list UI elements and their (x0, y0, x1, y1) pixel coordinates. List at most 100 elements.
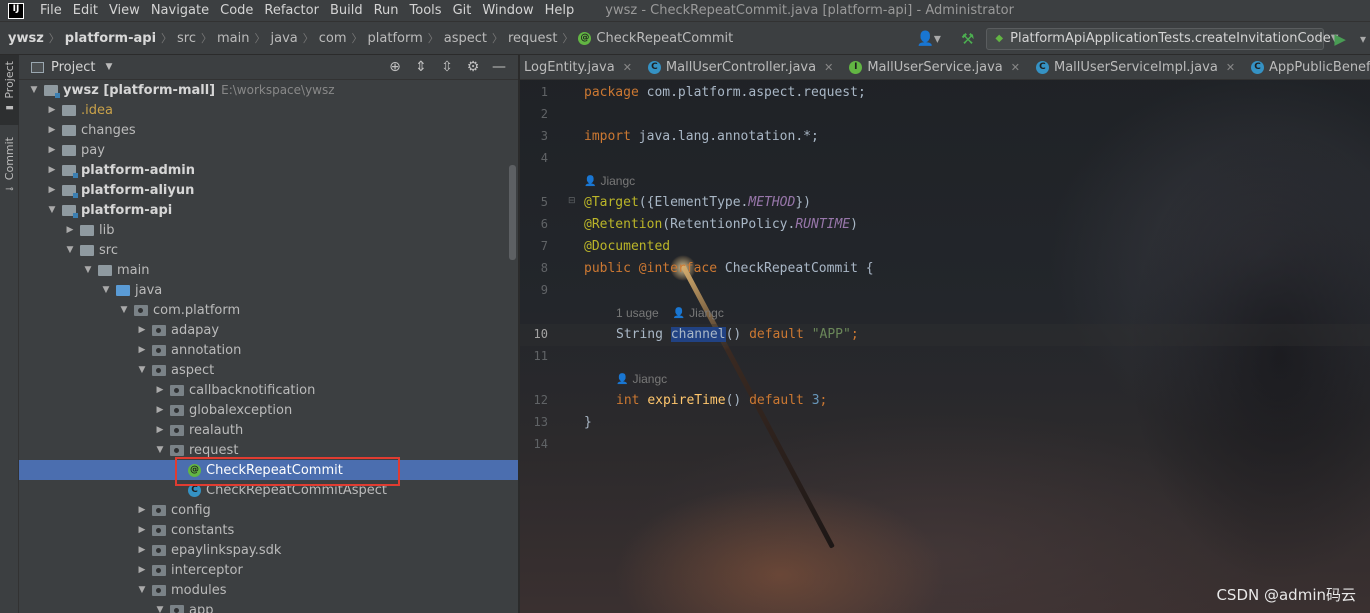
chevron-down-icon[interactable]: ▼ (153, 445, 167, 455)
chevron-down-icon[interactable]: ▼ (27, 85, 41, 95)
run-icon[interactable]: ▶ (1334, 30, 1346, 48)
close-icon[interactable]: ✕ (623, 61, 632, 74)
chevron-down-icon[interactable]: ▼ (99, 285, 113, 295)
menu-code[interactable]: Code (216, 3, 257, 18)
chevron-down-icon[interactable]: ▼ (135, 585, 149, 595)
tab-app-public-benefit-controller[interactable]: C AppPublicBenefitController.ja (1243, 55, 1370, 79)
tab-logentity[interactable]: LogEntity.java ✕ (520, 55, 640, 79)
menu-git[interactable]: Git (449, 3, 476, 18)
tab-malluser-service[interactable]: I MallUserService.java ✕ (841, 55, 1028, 79)
build-hammer-icon[interactable]: ⚒ (961, 30, 974, 48)
tree-item[interactable]: ▼ java (19, 280, 518, 300)
breadcrumb-src[interactable]: src (177, 31, 196, 46)
tree-item[interactable]: ▼ modules (19, 580, 518, 600)
chevron-right-icon[interactable]: ▶ (153, 425, 167, 435)
chevron-down-icon[interactable]: ▼ (117, 305, 131, 315)
breadcrumb-platform-api[interactable]: platform-api (65, 31, 156, 46)
gear-icon[interactable]: ⚙ (466, 59, 480, 75)
hide-panel-icon[interactable]: — (492, 59, 506, 75)
chevron-right-icon[interactable]: ▶ (45, 185, 59, 195)
chevron-down-icon[interactable]: ▼ (135, 365, 149, 375)
collapse-all-icon[interactable]: ⇳ (440, 59, 454, 75)
project-tool-tab[interactable]: Project ▬ (0, 55, 19, 125)
tree-item[interactable]: ▶ .idea (19, 100, 518, 120)
breadcrumb-java[interactable]: java (271, 31, 298, 46)
tree-item[interactable]: ▶ config (19, 500, 518, 520)
menu-refactor[interactable]: Refactor (260, 3, 323, 18)
tree-item[interactable]: ▼ src (19, 240, 518, 260)
chevron-right-icon[interactable]: ▶ (153, 405, 167, 415)
tab-malluser-controller[interactable]: C MallUserController.java ✕ (640, 55, 841, 79)
chevron-right-icon[interactable]: ▶ (135, 325, 149, 335)
user-menu-icon[interactable]: 👤▾ (917, 31, 941, 47)
menu-help[interactable]: Help (541, 3, 579, 18)
chevron-right-icon[interactable]: ▶ (135, 525, 149, 535)
tree-item[interactable]: ▶ lib (19, 220, 518, 240)
tree-item[interactable]: ▼ main (19, 260, 518, 280)
menu-navigate[interactable]: Navigate (147, 3, 213, 18)
breadcrumb-aspect[interactable]: aspect (444, 31, 487, 46)
tree-item[interactable]: ▶ constants (19, 520, 518, 540)
breadcrumb-ywsz[interactable]: ywsz (8, 31, 44, 46)
more-icon[interactable]: ▾ (1360, 32, 1366, 46)
tree-item[interactable]: ▼ request (19, 440, 518, 460)
chevron-right-icon[interactable]: ▶ (135, 505, 149, 515)
tree-item[interactable]: ▶ realauth (19, 420, 518, 440)
tree-item[interactable]: ▶ changes (19, 120, 518, 140)
tree-item[interactable]: ▶ epaylinkspay.sdk (19, 540, 518, 560)
chevron-right-icon[interactable]: ▶ (135, 565, 149, 575)
author-hint[interactable]: 👤 Jiangc (584, 170, 635, 192)
menu-window[interactable]: Window (478, 3, 537, 18)
tree-item[interactable]: ▼ ywsz [platform-mall] E:\workspace\ywsz (19, 80, 518, 100)
breadcrumb-com[interactable]: com (319, 31, 347, 46)
chevron-right-icon[interactable]: ▶ (45, 125, 59, 135)
tree-item[interactable]: ▶ pay (19, 140, 518, 160)
fold-open-icon[interactable]: ⊟ (568, 196, 576, 206)
menu-run[interactable]: Run (370, 3, 403, 18)
locate-file-icon[interactable]: ⊕ (388, 59, 402, 75)
tree-item[interactable]: ▼ app (19, 600, 518, 613)
chevron-right-icon[interactable]: ▶ (45, 145, 59, 155)
author-hint[interactable]: 👤 Jiangc (616, 368, 667, 390)
tree-item[interactable]: C CheckRepeatCommitAspect (19, 480, 518, 500)
tree-item[interactable]: ▶ platform-aliyun (19, 180, 518, 200)
menu-view[interactable]: View (105, 3, 144, 18)
breadcrumb-checkrepeatcommit[interactable]: @ CheckRepeatCommit (578, 31, 733, 46)
chevron-down-icon[interactable]: ▼ (81, 265, 95, 275)
usages-hint[interactable]: 1 usage 👤 Jiangc (616, 302, 724, 324)
tree-item[interactable]: ▶ interceptor (19, 560, 518, 580)
tree-item[interactable]: ▶ adapay (19, 320, 518, 340)
chevron-down-icon[interactable]: ▼ (63, 245, 77, 255)
menu-file[interactable]: File (36, 3, 66, 18)
view-mode-chevron-down-icon[interactable]: ▼ (105, 62, 112, 72)
run-configuration-select[interactable]: ◆ PlatformApiApplicationTests.createInvi… (986, 27, 1338, 50)
tree-item[interactable]: ▶ globalexception (19, 400, 518, 420)
breadcrumb-request[interactable]: request (508, 31, 557, 46)
project-panel-title[interactable]: Project (51, 60, 95, 75)
menu-tools[interactable]: Tools (406, 3, 446, 18)
menu-edit[interactable]: Edit (69, 3, 102, 18)
chevron-down-icon[interactable]: ▼ (45, 205, 59, 215)
chevron-down-icon[interactable]: ▼ (153, 605, 167, 613)
expand-all-icon[interactable]: ⇕ (414, 59, 428, 75)
chevron-right-icon[interactable]: ▶ (135, 345, 149, 355)
chevron-right-icon[interactable]: ▶ (45, 165, 59, 175)
close-icon[interactable]: ✕ (1226, 61, 1235, 74)
commit-tool-tab[interactable]: Commit ⊸ (0, 133, 19, 203)
chevron-right-icon[interactable]: ▶ (63, 225, 77, 235)
tree-item[interactable]: ▼ com.platform (19, 300, 518, 320)
menu-build[interactable]: Build (326, 3, 367, 18)
project-tree-scrollbar[interactable] (509, 165, 516, 260)
tree-item[interactable]: ▼ aspect (19, 360, 518, 380)
close-icon[interactable]: ✕ (824, 61, 833, 74)
chevron-right-icon[interactable]: ▶ (153, 385, 167, 395)
tree-item[interactable]: ▶ annotation (19, 340, 518, 360)
close-icon[interactable]: ✕ (1011, 61, 1020, 74)
tree-item[interactable]: ▶ platform-admin (19, 160, 518, 180)
tree-item[interactable]: ▼ platform-api (19, 200, 518, 220)
chevron-right-icon[interactable]: ▶ (45, 105, 59, 115)
breadcrumb-main[interactable]: main (217, 31, 249, 46)
breadcrumb-platform[interactable]: platform (368, 31, 423, 46)
tree-item[interactable]: @ CheckRepeatCommit (19, 460, 518, 480)
chevron-right-icon[interactable]: ▶ (135, 545, 149, 555)
